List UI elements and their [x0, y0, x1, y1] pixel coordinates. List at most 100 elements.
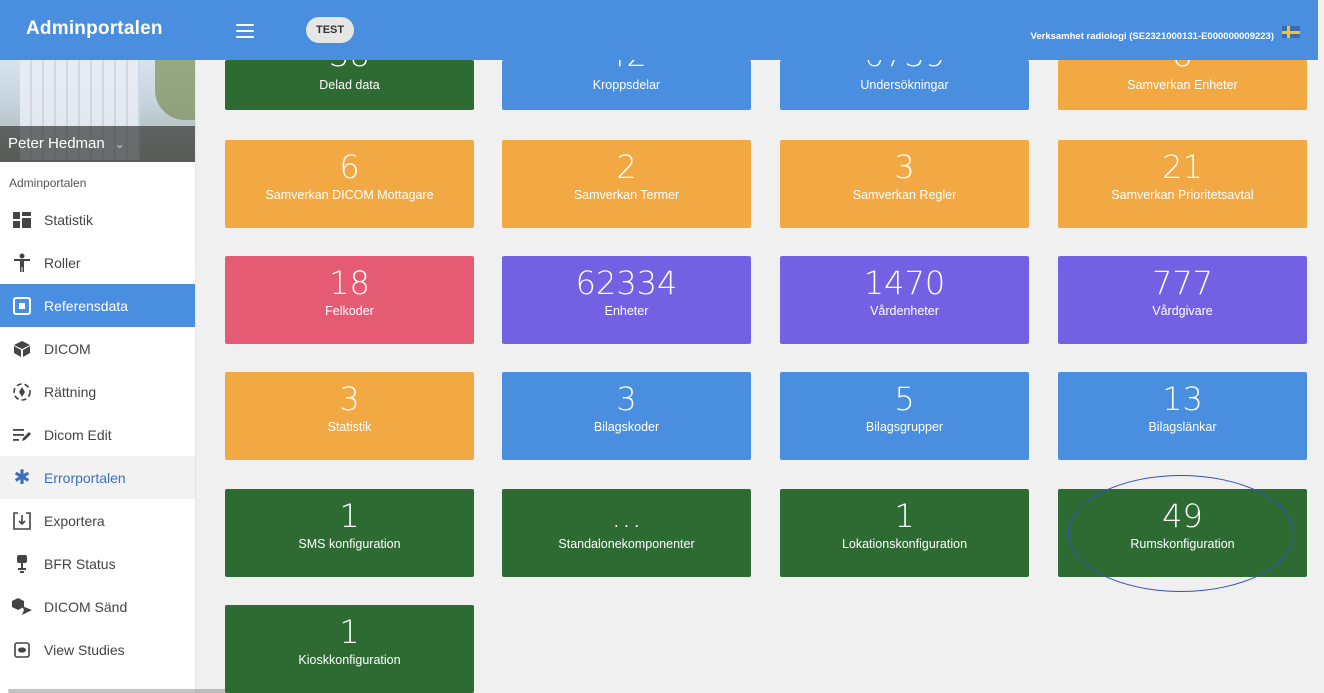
profile-banner: Peter Hedman ⌄ [0, 60, 195, 162]
tile-label: Bilagslänkar [1148, 420, 1217, 434]
top-bar: Adminportalen TEST Verksamhet radiologi … [0, 0, 1318, 60]
sidebar-item-label: Dicom Edit [44, 426, 112, 443]
tile-count: 1470 [863, 264, 946, 302]
tile-label: Samverkan Termer [573, 188, 680, 202]
tile-samverkan-termer[interactable]: 2 Samverkan Termer [502, 140, 751, 228]
tile-count: 777 [1151, 264, 1214, 302]
sidebar-item-referensdata[interactable]: Referensdata [0, 284, 195, 327]
tile-label: SMS konfiguration [298, 537, 401, 551]
organization-label[interactable]: Verksamhet radiologi (SE2321000131-E0000… [1031, 31, 1274, 42]
tile-label: Felkoder [325, 304, 374, 318]
tile-count: 1 [894, 497, 915, 535]
tile-label: Samverkan Enheter [1127, 78, 1238, 92]
sidebar-item-label: DICOM [44, 340, 91, 357]
tile-label: Bilagskoder [593, 420, 660, 434]
tile-samverkan-regler[interactable]: 3 Samverkan Regler [780, 140, 1029, 228]
sidebar-item-label: Exportera [44, 512, 105, 529]
tile-count: 8 [1058, 60, 1307, 72]
app-title[interactable]: Adminportalen [26, 18, 163, 40]
trophy-icon [12, 554, 32, 574]
tile-vardgivare[interactable]: 777 Vårdgivare [1058, 256, 1307, 344]
tile-count: 42 [502, 60, 751, 72]
sidebar-item-label: DICOM Sänd [44, 598, 128, 615]
tile-count: 3 [339, 380, 360, 418]
download-icon [12, 511, 32, 531]
edit-list-icon [12, 425, 32, 445]
tile-bilagskoder[interactable]: 3 Bilagskoder [502, 372, 751, 460]
sidebar-item-dicom-edit[interactable]: Dicom Edit [0, 413, 195, 456]
tile-label: Lokationskonfiguration [841, 537, 968, 551]
tile-sms-konfiguration[interactable]: 1 SMS konfiguration [225, 489, 474, 577]
tile-count: 18 [329, 264, 370, 302]
tile-label: Vårdenheter [870, 304, 939, 318]
tile-count: 38 [225, 60, 474, 72]
tile-bilagslankar[interactable]: 13 Bilagslänkar [1058, 372, 1307, 460]
tile-label: Statistik [327, 420, 372, 434]
tile-felkoder[interactable]: 18 Felkoder [225, 256, 474, 344]
tile-lokationskonfiguration[interactable]: 1 Lokationskonfiguration [780, 489, 1029, 577]
sidebar-item-label: BFR Status [44, 555, 116, 572]
tile-count: 21 [1162, 148, 1203, 186]
tile-samverkan-enheter[interactable]: 8 Samverkan Enheter [1058, 60, 1307, 110]
tile-label: Undersökningar [860, 78, 949, 92]
tile-count: 1 [339, 613, 360, 651]
user-name: Peter Hedman [8, 135, 105, 152]
sidebar-item-label: Errorportalen [44, 469, 126, 486]
tile-undersokningar[interactable]: 6739 Undersökningar [780, 60, 1029, 110]
tile-label: Enheter [604, 304, 649, 318]
sidebar-item-dicom-sand[interactable]: DICOM Sänd [0, 585, 195, 628]
horizontal-scrollbar[interactable] [8, 689, 228, 693]
circle-arrows-icon [12, 382, 32, 402]
main-content: 38 Delad data 42 Kroppsdelar 6739 Unders… [196, 60, 1324, 693]
sidebar-item-statistik[interactable]: Statistik [0, 198, 195, 241]
sidebar-item-rattning[interactable]: Rättning [0, 370, 195, 413]
tile-count: 5 [894, 380, 915, 418]
sidebar: Peter Hedman ⌄ Adminportalen Statistik Ro… [0, 60, 228, 693]
user-menu[interactable]: Peter Hedman ⌄ [0, 126, 195, 162]
tile-delad-data[interactable]: 38 Delad data [225, 60, 474, 110]
chevron-down-icon: ⌄ [114, 137, 125, 151]
grid-icon [12, 210, 32, 230]
sidebar-item-exportera[interactable]: Exportera [0, 499, 195, 542]
tile-enheter[interactable]: 62334 Enheter [502, 256, 751, 344]
tile-count: 6 [339, 148, 360, 186]
tile-count: ... [611, 497, 642, 535]
sidebar-item-label: Roller [44, 254, 81, 271]
sidebar-item-view-studies[interactable]: View Studies [0, 628, 195, 671]
sidebar-item-label: Statistik [44, 211, 94, 228]
tree-image [155, 60, 195, 120]
tile-count: 13 [1162, 380, 1203, 418]
tile-count: 3 [894, 148, 915, 186]
sidebar-item-label: View Studies [44, 641, 125, 658]
tile-count: 6739 [780, 60, 1029, 72]
tile-label: Vårdgivare [1152, 304, 1213, 318]
tile-label: Samverkan DICOM Mottagare [265, 188, 434, 202]
tile-kroppsdelar[interactable]: 42 Kroppsdelar [502, 60, 751, 110]
tile-count: 3 [616, 380, 637, 418]
sidebar-item-errorportalen[interactable]: ✱ Errorportalen [0, 456, 195, 499]
tile-kioskkonfiguration[interactable]: 1 Kioskkonfiguration [225, 605, 474, 693]
tile-samverkan-prioritetsavtal[interactable]: 21 Samverkan Prioritetsavtal [1058, 140, 1307, 228]
tile-vardenheter[interactable]: 1470 Vårdenheter [780, 256, 1029, 344]
menu-icon[interactable] [236, 24, 254, 38]
tile-standalonekomponenter[interactable]: ... Standalonekomponenter [502, 489, 751, 577]
sidebar-item-dicom[interactable]: DICOM [0, 327, 195, 370]
sidebar-item-roller[interactable]: Roller [0, 241, 195, 284]
tile-label: Rumskonfiguration [1130, 537, 1235, 551]
person-icon [12, 253, 32, 273]
sidebar-item-label: Rättning [44, 383, 97, 400]
box-icon [12, 339, 32, 359]
tile-rumskonfiguration[interactable]: 49 Rumskonfiguration [1058, 489, 1307, 577]
view-icon [12, 640, 32, 660]
tile-label: Samverkan Regler [852, 188, 957, 202]
cube-frame-icon [12, 296, 32, 316]
tile-label: Kroppsdelar [592, 78, 661, 92]
tile-statistik[interactable]: 3 Statistik [225, 372, 474, 460]
tile-samverkan-dicom-mottagare[interactable]: 6 Samverkan DICOM Mottagare [225, 140, 474, 228]
asterisk-icon: ✱ [13, 467, 31, 489]
tile-bilagsgrupper[interactable]: 5 Bilagsgrupper [780, 372, 1029, 460]
tile-label: Kioskkonfiguration [298, 653, 401, 667]
sidebar-item-bfr-status[interactable]: BFR Status [0, 542, 195, 585]
swedish-flag-icon[interactable] [1282, 26, 1300, 38]
tile-label: Samverkan Prioritetsavtal [1111, 188, 1254, 202]
